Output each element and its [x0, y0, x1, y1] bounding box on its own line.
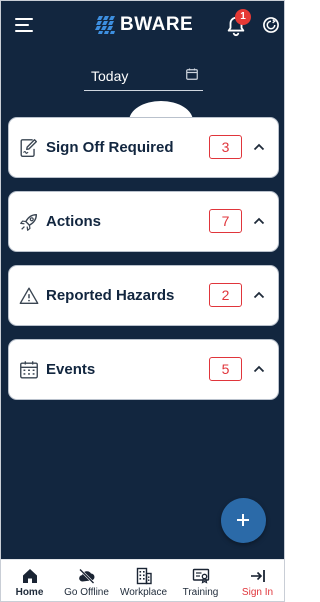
chevron-up-icon[interactable]: [253, 141, 265, 153]
brand-logo: BWARE: [95, 14, 193, 36]
count-badge: 2: [209, 283, 242, 307]
count-badge: 3: [209, 135, 242, 159]
nav-workplace[interactable]: Workplace: [115, 560, 172, 601]
app-window: BWARE 1 Today Sign Off Required 3 Action…: [0, 0, 285, 602]
building-icon: [136, 567, 152, 585]
card-events[interactable]: Events 5: [8, 339, 279, 400]
nav-sign-in[interactable]: Sign In: [229, 560, 284, 601]
nav-label: Training: [182, 587, 219, 598]
warning-icon: [19, 287, 39, 305]
notification-badge: 1: [235, 9, 251, 25]
date-picker-field[interactable]: Today: [84, 61, 203, 91]
menu-icon[interactable]: [15, 18, 33, 32]
add-button[interactable]: [221, 498, 266, 543]
nav-label: Home: [15, 587, 44, 598]
logo-mark-icon: [95, 16, 115, 34]
nav-label: Workplace: [119, 587, 168, 598]
sign-in-icon: [250, 570, 265, 582]
bottom-nav: Home Go Offline Workplace Training Sign …: [1, 559, 284, 601]
card-label: Actions: [46, 213, 102, 230]
rocket-icon: [20, 213, 38, 231]
nav-label: Go Offline: [64, 587, 109, 598]
sign-off-icon: [20, 139, 38, 157]
plus-icon: [237, 514, 249, 526]
nav-go-offline[interactable]: Go Offline: [58, 560, 115, 601]
calendar-icon: [20, 361, 38, 379]
card-actions[interactable]: Actions 7: [8, 191, 279, 252]
chevron-up-icon[interactable]: [253, 363, 265, 375]
refresh-icon[interactable]: [261, 15, 281, 35]
calendar-small-icon: [186, 68, 198, 80]
brand-name: BWARE: [120, 14, 194, 35]
card-reported-hazards[interactable]: Reported Hazards 2: [8, 265, 279, 326]
certificate-icon: [192, 568, 209, 584]
nav-home[interactable]: Home: [1, 560, 58, 601]
home-icon: [22, 569, 37, 583]
count-badge: 5: [209, 357, 242, 381]
count-badge: 7: [209, 209, 242, 233]
nav-label: Sign In: [241, 587, 274, 598]
top-bar: BWARE 1: [1, 1, 284, 51]
nav-training[interactable]: Training: [172, 560, 229, 601]
card-label: Events: [46, 361, 96, 378]
card-sign-off-required[interactable]: Sign Off Required 3: [8, 117, 279, 178]
chevron-up-icon[interactable]: [253, 215, 265, 227]
card-label: Sign Off Required: [46, 139, 174, 156]
chevron-up-icon[interactable]: [253, 289, 265, 301]
cloud-off-icon: [78, 568, 94, 584]
date-value: Today: [91, 68, 129, 84]
card-label: Reported Hazards: [46, 287, 175, 304]
